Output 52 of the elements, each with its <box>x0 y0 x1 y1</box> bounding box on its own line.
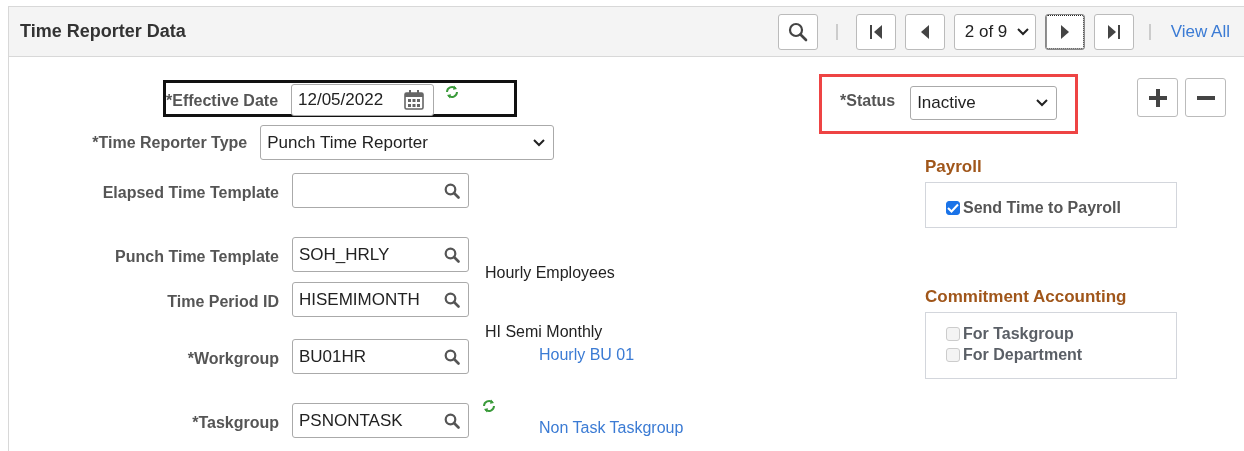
field-label: *Status <box>840 92 896 110</box>
field-label: *Effective Date <box>166 90 280 110</box>
status-dropdown[interactable]: Inactive <box>910 86 1058 120</box>
chevron-down-icon <box>1036 99 1049 107</box>
section-heading: Payroll <box>925 157 982 177</box>
view-all-link[interactable]: View All <box>1170 21 1230 42</box>
plus-icon <box>1147 87 1168 108</box>
search-icon[interactable] <box>444 246 460 263</box>
field-label: *Time Reporter Type <box>91 134 249 153</box>
minus-icon <box>1196 95 1215 100</box>
lookup-field[interactable]: SOH_HRLY <box>292 237 469 272</box>
chevron-down-icon <box>533 138 546 147</box>
field-label: Time Period ID <box>166 293 280 312</box>
date-field[interactable]: 12/05/2022 <box>291 83 434 116</box>
delete-row-button[interactable] <box>1185 78 1226 117</box>
dropdown-field[interactable]: Punch Time Reporter <box>260 125 555 160</box>
description-link[interactable]: Hourly BU 01 <box>539 346 635 364</box>
section-heading: Commitment Accounting <box>925 287 1127 307</box>
search-button[interactable] <box>777 13 818 50</box>
field-label: Punch Time Template <box>114 248 280 267</box>
description-link[interactable]: Non Task Taskgroup <box>539 419 684 437</box>
search-icon[interactable] <box>444 348 460 365</box>
lookup-field[interactable] <box>292 173 469 208</box>
checkbox-option[interactable]: Send Time to Payroll <box>946 199 1156 217</box>
last-page-button[interactable] <box>1093 13 1134 50</box>
description-text: Hourly Employees <box>485 264 615 282</box>
refresh-icon[interactable] <box>444 83 460 100</box>
lookup-field[interactable]: HISEMIMONTH <box>292 282 469 317</box>
page-select[interactable]: 2 of 9 <box>953 13 1036 50</box>
skip-first-icon <box>868 23 883 40</box>
search-icon[interactable] <box>444 291 460 308</box>
panel-title: Time Reporter Data <box>20 21 186 42</box>
refresh-icon[interactable] <box>481 398 497 414</box>
triangle-right-icon <box>1059 23 1070 40</box>
chevron-down-icon <box>1016 27 1029 36</box>
add-row-button[interactable] <box>1137 78 1178 117</box>
field-label: *Taskgroup <box>191 414 280 433</box>
checkbox[interactable] <box>946 201 960 215</box>
field-label: Elapsed Time Template <box>101 184 280 203</box>
search-icon <box>787 21 808 42</box>
lookup-field[interactable]: BU01HR <box>292 339 469 374</box>
description-text: HI Semi Monthly <box>485 323 603 341</box>
field-label: *Workgroup <box>186 350 280 369</box>
calendar-icon[interactable] <box>403 88 425 111</box>
first-page-button[interactable] <box>855 13 896 50</box>
search-icon[interactable] <box>444 182 460 199</box>
skip-last-icon <box>1106 23 1121 40</box>
triangle-left-icon <box>919 23 930 40</box>
prev-page-button[interactable] <box>904 13 945 50</box>
next-page-button[interactable] <box>1044 13 1085 50</box>
lookup-field[interactable]: PSNONTASK <box>292 403 469 438</box>
search-icon[interactable] <box>444 412 460 429</box>
